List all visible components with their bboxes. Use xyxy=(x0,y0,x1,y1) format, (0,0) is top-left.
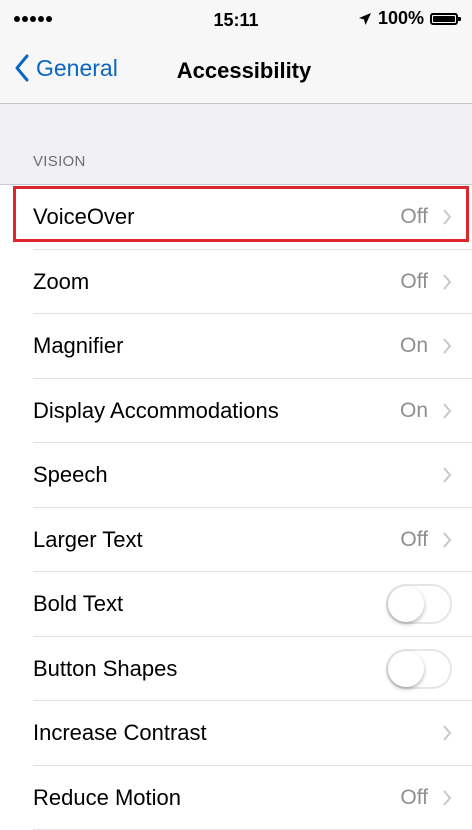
row-label: Button Shapes xyxy=(33,656,386,682)
toggle-knob xyxy=(388,651,424,687)
row-value: Off xyxy=(400,205,428,229)
row-label: Reduce Motion xyxy=(33,785,400,811)
toggle-switch[interactable] xyxy=(386,649,452,689)
status-right: 100% xyxy=(358,8,458,29)
settings-row-voiceover[interactable]: VoiceOverOff xyxy=(0,185,472,250)
settings-row-zoom[interactable]: ZoomOff xyxy=(0,250,472,315)
row-value: On xyxy=(400,334,428,358)
settings-row-larger-text[interactable]: Larger TextOff xyxy=(0,508,472,573)
settings-row-increase-contrast[interactable]: Increase Contrast xyxy=(0,701,472,766)
chevron-right-icon xyxy=(442,403,452,419)
page-title: Accessibility xyxy=(0,58,472,84)
row-value: Off xyxy=(400,270,428,294)
chevron-right-icon xyxy=(442,467,452,483)
row-value: Off xyxy=(400,786,428,810)
battery-percentage: 100% xyxy=(378,8,424,29)
section-header-background xyxy=(0,104,472,184)
row-label: Display Accommodations xyxy=(33,398,400,424)
row-label: Zoom xyxy=(33,269,400,295)
row-label: Magnifier xyxy=(33,333,400,359)
settings-row-button-shapes[interactable]: Button Shapes xyxy=(0,637,472,702)
row-value: Off xyxy=(400,528,428,552)
row-label: Speech xyxy=(33,462,428,488)
row-label: VoiceOver xyxy=(33,204,400,230)
settings-row-speech[interactable]: Speech xyxy=(0,443,472,508)
settings-row-reduce-motion[interactable]: Reduce MotionOff xyxy=(0,766,472,830)
chevron-right-icon xyxy=(442,209,452,225)
location-arrow-icon xyxy=(358,12,372,26)
section-header: VISION xyxy=(33,153,86,170)
settings-row-bold-text[interactable]: Bold Text xyxy=(0,572,472,637)
chevron-right-icon xyxy=(442,532,452,548)
settings-row-magnifier[interactable]: MagnifierOn xyxy=(0,314,472,379)
settings-row-display-accommodations[interactable]: Display AccommodationsOn xyxy=(0,379,472,444)
row-value: On xyxy=(400,399,428,423)
toggle-switch[interactable] xyxy=(386,584,452,624)
chevron-right-icon xyxy=(442,790,452,806)
chevron-right-icon xyxy=(442,338,452,354)
row-label: Bold Text xyxy=(33,591,386,617)
battery-icon xyxy=(430,13,458,25)
status-bar: 15:11 100% xyxy=(0,0,472,40)
toggle-knob xyxy=(388,586,424,622)
settings-list: VoiceOverOffZoomOffMagnifierOnDisplay Ac… xyxy=(0,184,472,830)
row-label: Larger Text xyxy=(33,527,400,553)
chevron-right-icon xyxy=(442,725,452,741)
navigation-bar: General Accessibility xyxy=(0,40,472,104)
row-label: Increase Contrast xyxy=(33,720,428,746)
chevron-right-icon xyxy=(442,274,452,290)
